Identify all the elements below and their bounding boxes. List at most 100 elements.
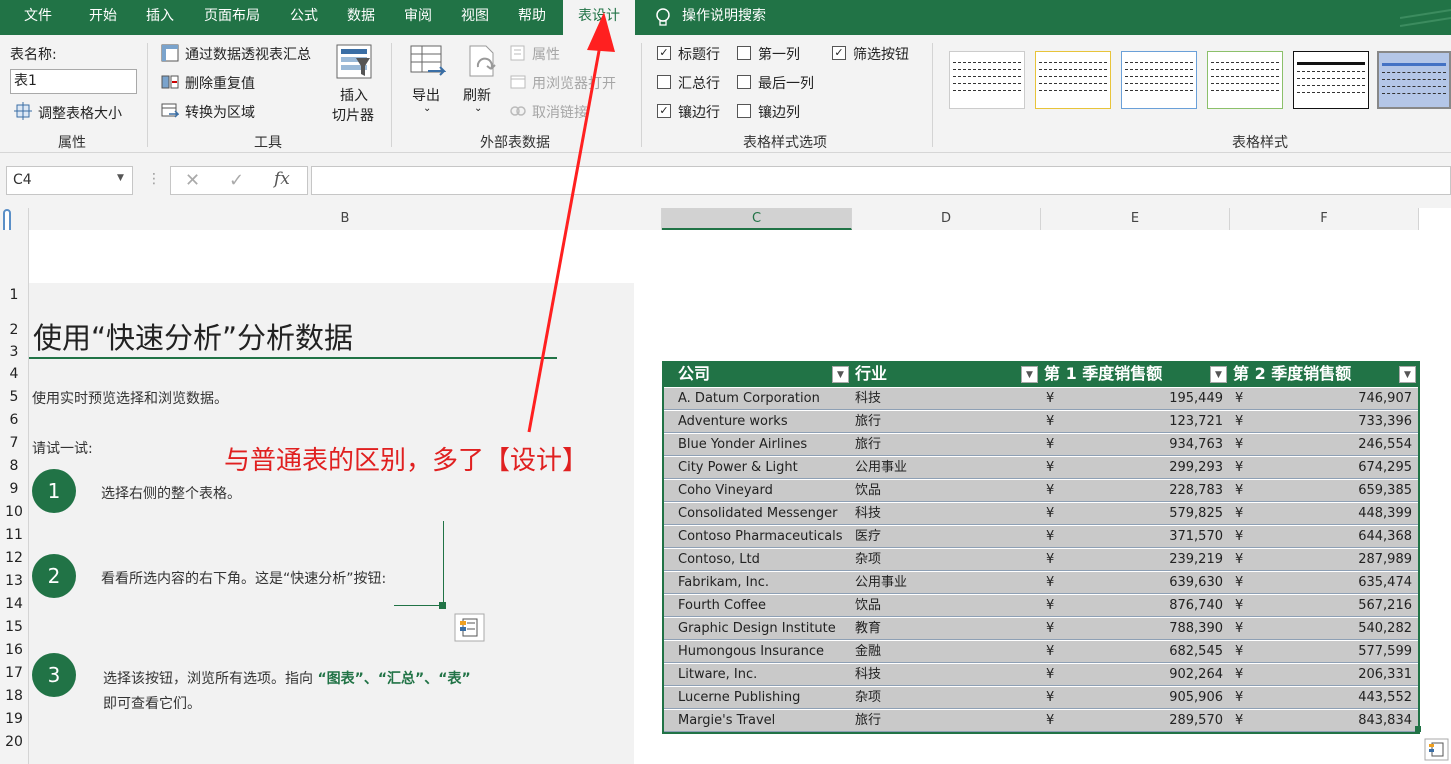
cell-industry[interactable]: 医疗 — [855, 526, 881, 548]
filter-dropdown-icon[interactable]: ▼ — [1399, 366, 1416, 383]
row-header[interactable]: 20 — [0, 731, 28, 754]
cell-company[interactable]: Graphic Design Institute — [678, 618, 836, 640]
cell-currency-q2[interactable]: ¥ — [1235, 434, 1243, 456]
cell-company[interactable]: Fourth Coffee — [678, 595, 766, 617]
table-style-swatch[interactable] — [949, 51, 1025, 109]
header-industry[interactable]: 行业 — [855, 363, 887, 385]
cell-q2-sales[interactable]: 206,331 — [1358, 664, 1412, 686]
refresh-icon[interactable] — [466, 45, 500, 79]
cell-q2-sales[interactable]: 246,554 — [1358, 434, 1412, 456]
name-box[interactable]: C4 — [6, 166, 133, 195]
insert-slicer-label-1[interactable]: 插入 — [340, 85, 368, 105]
cell-q1-sales[interactable]: 639,630 — [1169, 572, 1223, 594]
row-header[interactable]: 18 — [0, 685, 28, 708]
cell-q1-sales[interactable]: 239,219 — [1169, 549, 1223, 571]
cell-currency-q2[interactable]: ¥ — [1235, 503, 1243, 525]
cell-q1-sales[interactable]: 934,763 — [1169, 434, 1223, 456]
table-style-swatch-selected[interactable] — [1377, 51, 1451, 109]
table-row[interactable]: Margie's Travel 旅行 ¥289,570 ¥843,834 — [664, 709, 1418, 732]
cell-company[interactable]: Margie's Travel — [678, 710, 775, 732]
resize-table-button[interactable]: 调整表格大小 — [38, 103, 122, 123]
cell-industry[interactable]: 金融 — [855, 641, 881, 663]
first-column-checkbox[interactable] — [737, 46, 751, 60]
cell-industry[interactable]: 科技 — [855, 664, 881, 686]
cell-q1-sales[interactable]: 905,906 — [1169, 687, 1223, 709]
cell-industry[interactable]: 旅行 — [855, 434, 881, 456]
cell-q1-sales[interactable]: 123,721 — [1169, 411, 1223, 433]
cell-q2-sales[interactable]: 443,552 — [1358, 687, 1412, 709]
cell-company[interactable]: Adventure works — [678, 411, 788, 433]
cell-currency-q1[interactable]: ¥ — [1046, 572, 1054, 594]
column-header-d[interactable]: D — [852, 208, 1041, 230]
cell-currency-q2[interactable]: ¥ — [1235, 480, 1243, 502]
row-header[interactable]: 7 — [0, 432, 28, 455]
table-row[interactable]: Fourth Coffee 饮品 ¥876,740 ¥567,216 — [664, 594, 1418, 617]
cell-q2-sales[interactable]: 746,907 — [1358, 388, 1412, 410]
filter-button-checkbox[interactable]: ✓ — [832, 46, 846, 60]
cell-q2-sales[interactable]: 674,295 — [1358, 457, 1412, 479]
quick-analysis-button-icon[interactable] — [1424, 738, 1450, 762]
table-style-swatch[interactable] — [1293, 51, 1369, 109]
table-style-swatch[interactable] — [1207, 51, 1283, 109]
cell-industry[interactable]: 科技 — [855, 503, 881, 525]
row-header[interactable]: 6 — [0, 409, 28, 432]
row-header[interactable]: 10 — [0, 501, 28, 524]
row-header[interactable]: 2 — [0, 319, 28, 342]
row-header[interactable]: 12 — [0, 547, 28, 570]
tab-review[interactable]: 审阅 — [392, 0, 444, 35]
cell-currency-q2[interactable]: ¥ — [1235, 687, 1243, 709]
cell-q2-sales[interactable]: 540,282 — [1358, 618, 1412, 640]
row-header[interactable]: 3 — [0, 341, 28, 364]
row-header[interactable]: 4 — [0, 363, 28, 386]
cell-company[interactable]: Coho Vineyard — [678, 480, 773, 502]
row-header[interactable]: 15 — [0, 616, 28, 639]
export-icon[interactable] — [410, 45, 446, 79]
row-header[interactable]: 5 — [0, 386, 28, 409]
cell-currency-q1[interactable]: ¥ — [1046, 388, 1054, 410]
convert-to-range-button[interactable]: 转换为区域 — [185, 102, 255, 122]
tab-insert[interactable]: 插入 — [134, 0, 186, 35]
header-company[interactable]: 公司 — [678, 363, 710, 385]
cell-currency-q1[interactable]: ¥ — [1046, 434, 1054, 456]
table-row[interactable]: Consolidated Messenger 科技 ¥579,825 ¥448,399 — [664, 502, 1418, 525]
banded-columns-checkbox[interactable] — [737, 104, 751, 118]
table-row[interactable]: Contoso Pharmaceuticals 医疗 ¥371,570 ¥644,36… — [664, 525, 1418, 548]
last-column-checkbox[interactable] — [737, 75, 751, 89]
chevron-down-icon[interactable]: ⌄ — [474, 103, 482, 114]
tab-view[interactable]: 视图 — [449, 0, 501, 35]
table-row[interactable]: Adventure works 旅行 ¥123,721 ¥733,396 — [664, 410, 1418, 433]
tab-file[interactable]: 文件 — [10, 0, 66, 35]
refresh-button[interactable]: 刷新 — [463, 85, 491, 105]
cell-q1-sales[interactable]: 228,783 — [1169, 480, 1223, 502]
table-row[interactable]: A. Datum Corporation 科技 ¥195,449 ¥746,907 — [664, 387, 1418, 410]
row-header[interactable]: 19 — [0, 708, 28, 731]
header-q2-sales[interactable]: 第 2 季度销售额 — [1233, 363, 1351, 385]
header-q1-sales[interactable]: 第 1 季度销售额 — [1044, 363, 1162, 385]
cell-company[interactable]: Litware, Inc. — [678, 664, 757, 686]
insert-function-icon[interactable]: fx — [274, 169, 290, 189]
cell-currency-q2[interactable]: ¥ — [1235, 710, 1243, 732]
cell-q2-sales[interactable]: 448,399 — [1358, 503, 1412, 525]
column-header-e[interactable]: E — [1041, 208, 1230, 230]
cell-company[interactable]: Consolidated Messenger — [678, 503, 838, 525]
tab-formulas[interactable]: 公式 — [278, 0, 330, 35]
pivot-summary-button[interactable]: 通过数据透视表汇总 — [185, 44, 311, 64]
row-header[interactable]: 11 — [0, 524, 28, 547]
cell-q1-sales[interactable]: 682,545 — [1169, 641, 1223, 663]
column-header-c[interactable]: C — [662, 208, 852, 230]
cell-currency-q1[interactable]: ¥ — [1046, 503, 1054, 525]
cell-currency-q2[interactable]: ¥ — [1235, 595, 1243, 617]
cell-currency-q2[interactable]: ¥ — [1235, 664, 1243, 686]
cell-q1-sales[interactable]: 788,390 — [1169, 618, 1223, 640]
cell-currency-q2[interactable]: ¥ — [1235, 549, 1243, 571]
cell-company[interactable]: Blue Yonder Airlines — [678, 434, 807, 456]
filter-dropdown-icon[interactable]: ▼ — [832, 366, 849, 383]
row-header[interactable]: 13 — [0, 570, 28, 593]
cell-currency-q2[interactable]: ¥ — [1235, 572, 1243, 594]
cell-currency-q1[interactable]: ¥ — [1046, 411, 1054, 433]
tell-me-search[interactable]: 操作说明搜索 — [682, 0, 782, 35]
cell-q1-sales[interactable]: 195,449 — [1169, 388, 1223, 410]
cell-currency-q2[interactable]: ¥ — [1235, 641, 1243, 663]
cell-industry[interactable]: 公用事业 — [855, 572, 907, 594]
cell-company[interactable]: Contoso Pharmaceuticals — [678, 526, 843, 548]
